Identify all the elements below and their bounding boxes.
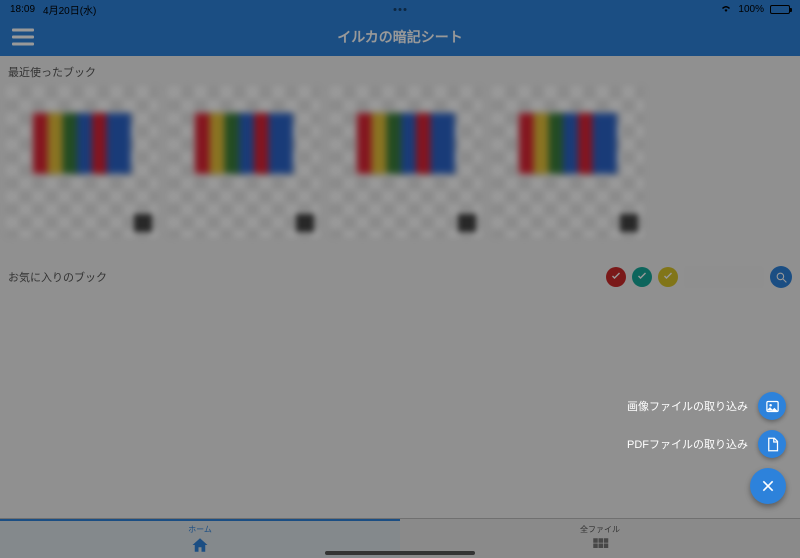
recent-section-title: 最近使ったブック (0, 56, 800, 86)
filter-red-button[interactable] (606, 267, 626, 287)
grid-icon (591, 536, 609, 554)
status-bar: 18:09 4月20日(水) 100% (0, 0, 800, 18)
filter-yellow-button[interactable] (658, 267, 678, 287)
import-pdf-button[interactable] (758, 430, 786, 458)
fab-menu: 画像ファイルの取り込み PDFファイルの取り込み (627, 392, 786, 504)
favorites-section-title: お気に入りのブック (8, 269, 107, 285)
close-icon (760, 478, 776, 494)
nav-bar: イルカの暗記シート (0, 18, 800, 56)
search-input[interactable] (684, 266, 764, 288)
filter-teal-button[interactable] (632, 267, 652, 287)
app-screen: 18:09 4月20日(水) 100% イルカの暗記シート 最近使ったブック (0, 0, 800, 558)
wifi-icon (720, 4, 732, 15)
search-button[interactable] (770, 266, 792, 288)
import-image-button[interactable] (758, 392, 786, 420)
recent-books-row (0, 86, 800, 238)
book-thumbnail[interactable] (330, 86, 482, 238)
menu-button[interactable] (12, 25, 34, 50)
status-date: 4月20日(水) (43, 2, 96, 17)
pdf-file-icon (765, 437, 780, 452)
tab-allfiles-label: 全ファイル (580, 524, 620, 535)
battery-percent: 100% (738, 4, 764, 15)
favorites-bar: お気に入りのブック (0, 238, 800, 288)
battery-icon (770, 5, 790, 14)
book-thumbnail[interactable] (6, 86, 158, 238)
status-time: 18:09 (10, 4, 35, 15)
tab-home-label: ホーム (188, 524, 212, 535)
fab-import-pdf-label: PDFファイルの取り込み (627, 436, 748, 452)
home-indicator (325, 551, 475, 555)
book-thumbnail[interactable] (492, 86, 644, 238)
fab-close-button[interactable] (750, 468, 786, 504)
book-thumbnail[interactable] (168, 86, 320, 238)
image-icon (765, 399, 780, 414)
page-title: イルカの暗記シート (337, 27, 463, 47)
multitask-dots (394, 8, 407, 11)
fab-import-image-label: 画像ファイルの取り込み (627, 398, 748, 414)
home-icon (191, 536, 209, 554)
